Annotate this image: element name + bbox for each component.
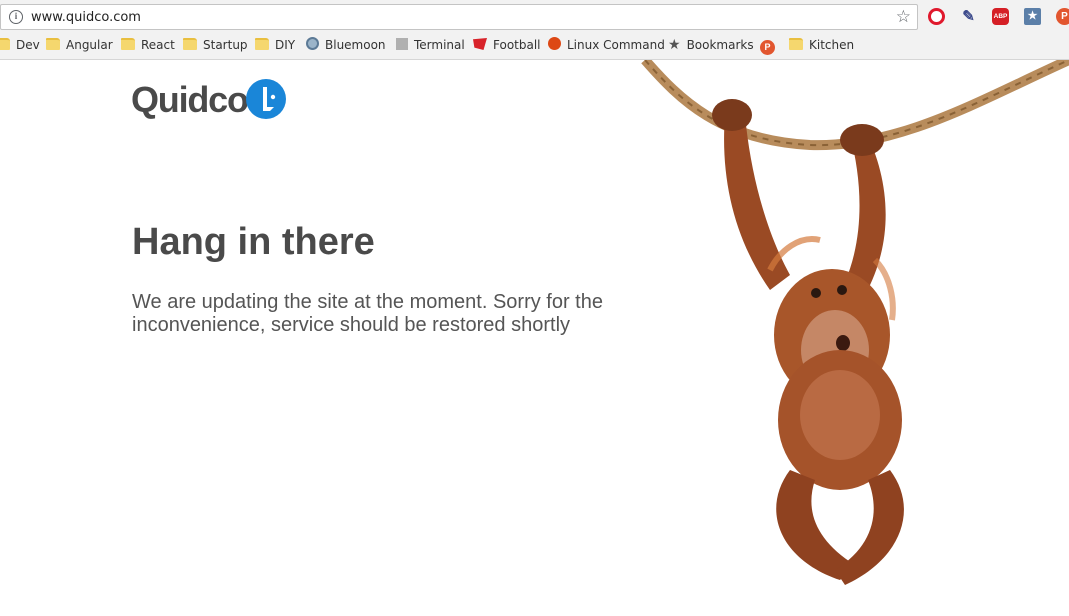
eyedropper-icon[interactable]: ✎ [960, 8, 977, 25]
bookmark-label: DIY [275, 38, 296, 52]
page-headline: Hang in there [132, 221, 375, 263]
url-text[interactable]: www.quidco.com [31, 10, 141, 25]
bookmark-react[interactable]: React [121, 36, 175, 54]
bookmark-label: Bookmarks [686, 38, 754, 52]
bookmark-football[interactable]: Football [473, 36, 541, 54]
bookmark-dev[interactable]: Dev [0, 36, 40, 54]
logo-text: Quidco [131, 79, 249, 120]
adblock-icon[interactable]: ABP [992, 8, 1009, 25]
address-bar[interactable]: i www.quidco.com ☆ [0, 4, 918, 30]
bookmark-label: Startup [203, 38, 248, 52]
football-icon [473, 38, 487, 50]
bookmark-angular[interactable]: Angular [46, 36, 113, 54]
folder-icon [46, 38, 60, 50]
bookmark-bookmarks[interactable]: ★ Bookmarks [668, 36, 754, 54]
bookmark-label: Terminal [414, 38, 465, 52]
bookmark-star-icon[interactable]: ☆ [896, 7, 911, 27]
bookmarks-bar: Dev Angular React Startup DIY Bluemoon T… [0, 34, 1069, 56]
bookmark-linux-command[interactable]: Linux Command [548, 36, 665, 54]
quidco-mark-icon [246, 79, 286, 119]
bookmark-kitchen[interactable]: Kitchen [789, 36, 854, 54]
opera-icon[interactable] [928, 8, 945, 25]
bookmark-label: Kitchen [809, 38, 855, 52]
orangutan-illustration [640, 55, 1069, 611]
folder-icon [121, 38, 135, 50]
folder-icon [0, 38, 10, 50]
folder-icon [255, 38, 269, 50]
bookmark-label: React [141, 38, 175, 52]
bookmark-label: Linux Command [567, 38, 665, 52]
globe-icon [306, 37, 319, 50]
bookmark-startup[interactable]: Startup [183, 36, 248, 54]
star-icon: ★ [668, 37, 681, 53]
bookmark-diy[interactable]: DIY [255, 36, 295, 54]
pinterest-icon: P [760, 40, 775, 55]
bookmark-terminal[interactable]: Terminal [396, 36, 465, 54]
bookmark-pinterest[interactable]: P [760, 36, 781, 55]
bookmark-label: Football [493, 38, 541, 52]
folder-icon [183, 38, 197, 50]
bookmark-label: Angular [66, 38, 113, 52]
bookmark-bluemoon[interactable]: Bluemoon [306, 36, 386, 54]
bookmark-label: Bluemoon [325, 38, 386, 52]
info-icon[interactable]: i [9, 10, 23, 24]
browser-toolbar: i www.quidco.com ☆ ✎ ABP ★ P Dev Angular… [0, 0, 1069, 60]
ubuntu-icon [548, 37, 561, 50]
maintenance-message: We are updating the site at the moment. … [132, 291, 603, 336]
pinterest-icon[interactable]: P [1056, 8, 1069, 25]
bookmark-label: Dev [16, 38, 40, 52]
bookmark-manager-icon[interactable]: ★ [1024, 8, 1041, 25]
folder-icon [789, 38, 803, 50]
terminal-icon [396, 38, 408, 50]
